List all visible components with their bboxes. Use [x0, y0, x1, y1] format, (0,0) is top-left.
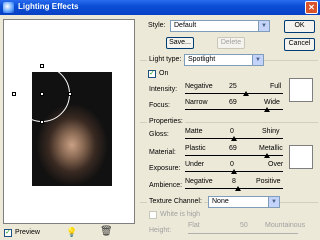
material-label: Material:	[149, 149, 176, 156]
light-handle[interactable]	[12, 92, 16, 96]
intensity-left-label: Negative	[185, 83, 213, 90]
material-value: 69	[229, 145, 237, 152]
trash-icon[interactable]: 🗑	[100, 226, 113, 237]
ok-button[interactable]: OK	[284, 20, 315, 33]
cancel-button[interactable]: Cancel	[284, 38, 315, 51]
ambience-left-label: Negative	[185, 178, 213, 185]
light-bulb-icon[interactable]: 💡	[66, 227, 77, 238]
height-right-label: Mountainous	[265, 222, 306, 229]
intensity-value: 25	[229, 83, 237, 90]
white-is-high-label: White is high	[160, 211, 201, 218]
texture-channel-select[interactable]: None ▼	[208, 196, 280, 208]
chevron-down-icon: ▼	[268, 197, 279, 207]
white-is-high-checkbox[interactable]	[149, 211, 157, 219]
save-button[interactable]: Save...	[166, 37, 194, 49]
preview-checkbox[interactable]: ✓	[4, 229, 12, 237]
texture-channel-label: Texture Channel:	[147, 198, 204, 205]
gloss-right-label: Shiny	[262, 128, 280, 135]
height-slider[interactable]	[188, 233, 298, 234]
title-bar: Lighting Effects ✕	[0, 0, 320, 15]
light-type-label: Light type:	[147, 56, 184, 63]
focus-value: 69	[229, 99, 237, 106]
ambience-value: 8	[232, 178, 236, 185]
preview-pane	[3, 19, 135, 224]
gloss-left-label: Matte	[185, 128, 203, 135]
chevron-down-icon: ▼	[252, 55, 263, 65]
ambience-right-label: Positive	[256, 178, 281, 185]
material-slider-thumb[interactable]	[264, 153, 271, 158]
ambience-slider-thumb[interactable]	[234, 186, 241, 191]
material-right-label: Metallic	[259, 145, 283, 152]
window-title: Lighting Effects	[18, 2, 79, 11]
texture-channel-value: None	[212, 198, 229, 205]
ambience-label: Ambience:	[149, 182, 183, 189]
focus-label: Focus:	[149, 102, 171, 109]
on-checkbox[interactable]: ✓	[148, 70, 156, 78]
properties-label: Properties:	[147, 118, 185, 125]
gloss-value: 0	[230, 128, 234, 135]
style-select[interactable]: Default ▼	[170, 20, 270, 32]
exposure-left-label: Under	[185, 161, 205, 168]
style-value: Default	[174, 22, 197, 29]
light-type-value: Spotlight	[188, 56, 216, 63]
preview-label: Preview	[15, 229, 40, 236]
focus-right-label: Wide	[264, 99, 280, 106]
app-icon	[3, 2, 14, 13]
height-value: 50	[240, 222, 248, 229]
intensity-label: Intensity:	[149, 86, 178, 93]
gloss-slider-thumb[interactable]	[231, 136, 237, 141]
intensity-slider[interactable]	[185, 93, 283, 94]
light-center-handle[interactable]	[40, 92, 44, 96]
intensity-slider-thumb[interactable]	[242, 91, 249, 96]
exposure-right-label: Over	[268, 161, 284, 168]
close-icon[interactable]: ✕	[305, 1, 318, 14]
exposure-value: 0	[230, 161, 234, 168]
height-label: Height:	[149, 227, 172, 234]
height-left-label: Flat	[188, 222, 200, 229]
exposure-label: Exposure:	[149, 165, 181, 172]
focus-left-label: Narrow	[185, 99, 208, 106]
light-type-select[interactable]: Spotlight ▼	[184, 54, 264, 66]
light-handle[interactable]	[68, 92, 72, 96]
gloss-label: Gloss:	[149, 131, 169, 138]
light-handle[interactable]	[40, 120, 44, 124]
focus-slider-thumb[interactable]	[264, 107, 271, 112]
delete-button[interactable]: Delete	[217, 37, 245, 49]
chevron-down-icon: ▼	[258, 21, 269, 31]
material-left-label: Plastic	[185, 145, 206, 152]
intensity-right-label: Full	[270, 83, 282, 90]
on-label: On	[159, 70, 169, 77]
light-color-swatch[interactable]	[289, 78, 313, 102]
material-color-swatch[interactable]	[289, 145, 313, 169]
light-handle[interactable]	[40, 64, 44, 68]
exposure-slider-thumb[interactable]	[231, 169, 237, 174]
style-label: Style:	[148, 22, 166, 29]
